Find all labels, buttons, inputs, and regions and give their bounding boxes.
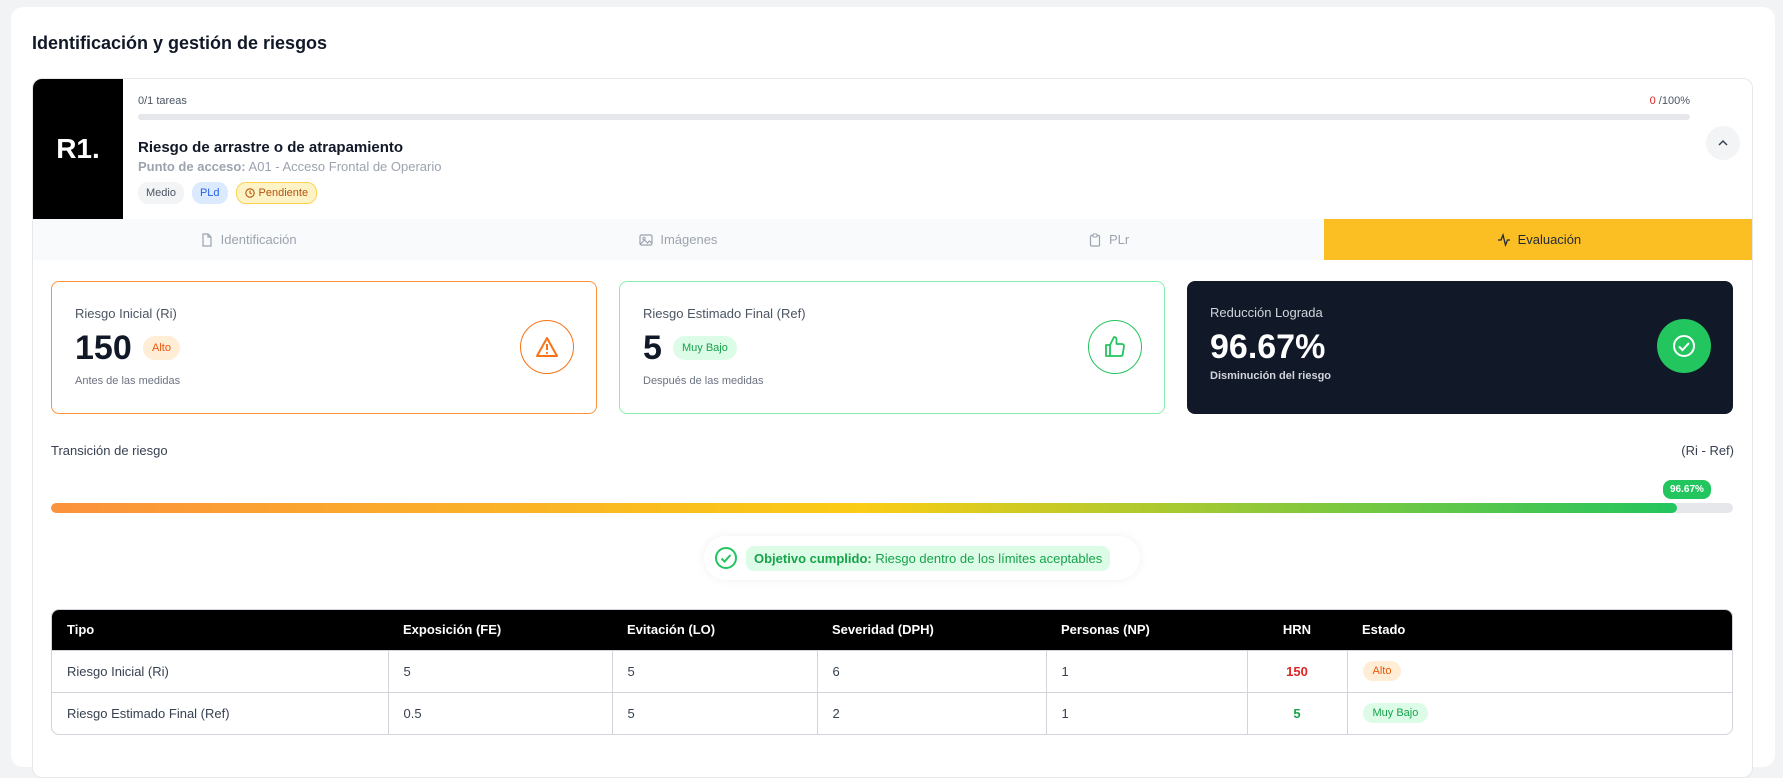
tab-bar: Identificación Imágenes PLr Evaluación [33, 219, 1752, 260]
risk-code-badge: R1. [33, 79, 123, 219]
cell-np: 1 [1045, 649, 1247, 692]
final-risk-label: Riesgo Estimado Final (Ref) [643, 306, 806, 321]
final-risk-value: 5 [643, 329, 662, 367]
file-icon [202, 232, 212, 247]
cell-dph: 6 [816, 649, 1046, 692]
cell-fe: 0.5 [387, 691, 612, 734]
check-circle-icon [1673, 335, 1695, 357]
risk-card: R1. 0/1 tareas 0 /100% Riesgo de arrastr… [32, 78, 1753, 778]
cell-hrn: 150 [1246, 649, 1347, 692]
tab-evaluacion-label: Evaluación [1517, 232, 1582, 247]
header-tipo: Tipo [52, 610, 388, 650]
initial-risk-badge: Alto [143, 336, 180, 360]
goal-text: Objetivo cumplido: Riesgo dentro de los … [746, 545, 1111, 571]
header-fe: Exposición (FE) [388, 610, 612, 650]
access-point: Punto de acceso: A01 - Acceso Frontal de… [138, 159, 441, 174]
status-badge: Alto [1362, 661, 1402, 681]
header-estado: Estado [1347, 610, 1732, 650]
cell-estado: Alto [1346, 649, 1732, 692]
transition-formula: (Ri - Ref) [1681, 443, 1734, 458]
goal-bold: Objetivo cumplido: [754, 550, 872, 566]
cell-tipo: Riesgo Estimado Final (Ref) [52, 691, 388, 734]
progress-percentage: 0 /100% [1650, 95, 1690, 107]
cell-estado: Muy Bajo [1346, 691, 1732, 734]
cell-dph: 2 [816, 691, 1046, 734]
clock-icon [244, 188, 255, 198]
tasks-counter: 0/1 tareas [138, 95, 187, 107]
header-lo: Evitación (LO) [612, 610, 817, 650]
header-dph: Severidad (DPH) [817, 610, 1046, 650]
cell-lo: 5 [611, 691, 817, 734]
collapse-button[interactable] [1706, 126, 1740, 160]
header-hrn: HRN [1247, 610, 1347, 650]
activity-icon [1497, 232, 1510, 247]
warning-icon [536, 337, 558, 357]
final-risk-sub: Después de las medidas [643, 375, 764, 387]
pl-tag: PLd [191, 182, 228, 204]
tab-plr[interactable]: PLr [894, 219, 1324, 260]
final-risk-card: Riesgo Estimado Final (Ref) 5 Muy Bajo D… [619, 281, 1165, 414]
page-title: Identificación y gestión de riesgos [32, 33, 328, 53]
reduction-label: Reducción Lograda [1210, 305, 1323, 320]
goal-message: Riesgo dentro de los límites aceptables [871, 550, 1103, 566]
cell-fe: 5 [387, 649, 612, 692]
initial-risk-sub: Antes de las medidas [75, 375, 181, 387]
transition-bar-fill [51, 503, 1677, 513]
thumbs-up-icon [1105, 336, 1125, 357]
initial-risk-value: 150 [75, 329, 132, 367]
access-value: A01 - Acceso Frontal de Operario [248, 159, 442, 174]
table-header-row: Tipo Exposición (FE) Evitación (LO) Seve… [52, 610, 1732, 650]
cell-np: 1 [1045, 691, 1247, 734]
table-row: Riesgo Inicial (Ri) 5 5 6 1 150 Alto [52, 649, 1732, 692]
reduction-card: Reducción Lograda 96.67% Disminución del… [1187, 281, 1733, 414]
risk-title: Riesgo de arrastre o de atrapamiento [138, 139, 404, 156]
transition-bar [51, 503, 1733, 513]
initial-risk-label: Riesgo Inicial (Ri) [75, 306, 177, 321]
status-tag: Pendiente [235, 182, 318, 204]
cell-tipo: Riesgo Inicial (Ri) [52, 649, 388, 692]
access-label: Punto de acceso: [138, 159, 246, 174]
tab-identificacion[interactable]: Identificación [33, 219, 463, 260]
progress-total: /100% [1658, 95, 1690, 107]
reduction-value: 96.67% [1210, 328, 1326, 366]
table-row: Riesgo Estimado Final (Ref) 0.5 5 2 1 5 … [52, 691, 1732, 734]
evaluation-table: Tipo Exposición (FE) Evitación (LO) Seve… [51, 609, 1733, 735]
header-np: Personas (NP) [1046, 610, 1247, 650]
cell-lo: 5 [611, 649, 817, 692]
chevron-up-icon [1718, 139, 1728, 146]
tab-evaluacion[interactable]: Evaluación [1323, 219, 1752, 260]
transition-label: Transición de riesgo [51, 443, 168, 458]
warning-circle [520, 320, 574, 374]
final-risk-badge: Muy Bajo [673, 336, 737, 360]
transition-percentage-bubble: 96.67% [1663, 480, 1711, 499]
status-tag-label: Pendiente [258, 187, 309, 199]
risk-tags: Medio PLd Pendiente [138, 182, 318, 204]
tasks-progress-bar [138, 114, 1690, 120]
tab-plr-label: PLr [1109, 232, 1130, 247]
goal-status: Objetivo cumplido: Riesgo dentro de los … [704, 536, 1140, 580]
tab-imagenes-label: Imágenes [660, 232, 718, 247]
level-tag: Medio [138, 182, 184, 204]
tab-identificacion-label: Identificación [220, 232, 297, 247]
check-circle [1657, 319, 1711, 373]
reduction-sub: Disminución del riesgo [1210, 370, 1332, 382]
tab-imagenes[interactable]: Imágenes [463, 219, 893, 260]
image-icon [639, 233, 653, 246]
initial-risk-card: Riesgo Inicial (Ri) 150 Alto Antes de la… [51, 281, 597, 414]
cell-hrn: 5 [1246, 691, 1347, 734]
progress-value: 0 [1649, 95, 1656, 107]
thumbs-up-circle [1088, 320, 1142, 374]
page-container: Identificación y gestión de riesgos R1. … [11, 7, 1775, 778]
status-badge: Muy Bajo [1362, 703, 1429, 724]
check-circle-icon [715, 547, 737, 569]
clipboard-icon [1089, 232, 1101, 247]
